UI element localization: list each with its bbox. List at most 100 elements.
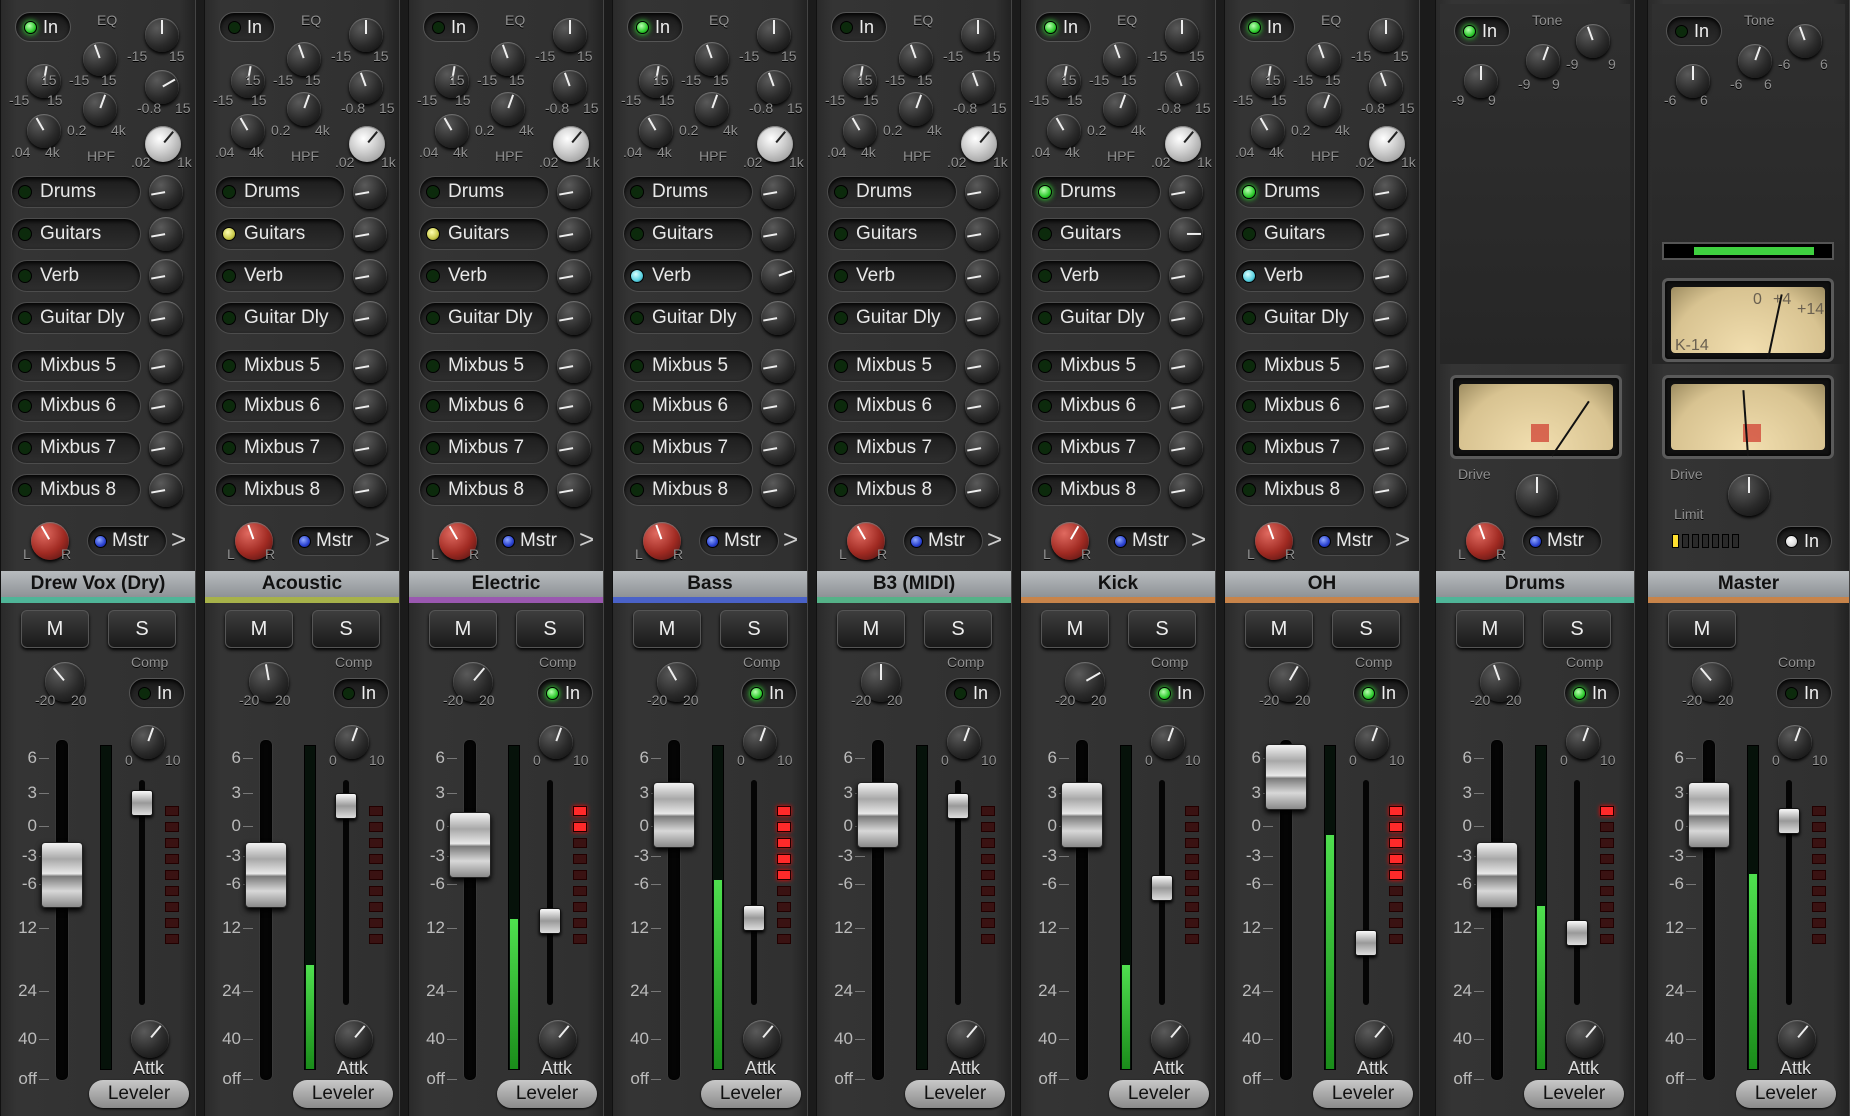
- tone-in-button[interactable]: In: [1666, 16, 1722, 46]
- send-drums[interactable]: Drums: [11, 176, 141, 208]
- leveler-button[interactable]: Leveler: [1524, 1080, 1624, 1108]
- tone-in-button[interactable]: In: [1454, 16, 1510, 46]
- send-level-knob[interactable]: [557, 175, 591, 209]
- send-level-knob[interactable]: [1169, 349, 1203, 383]
- send-guitar-dly[interactable]: Guitar Dly: [419, 302, 549, 334]
- threshold-knob[interactable]: [335, 725, 369, 759]
- send-level-knob[interactable]: [353, 431, 387, 465]
- mute-button[interactable]: M: [1668, 610, 1736, 648]
- send-verb[interactable]: Verb: [215, 260, 345, 292]
- send-verb[interactable]: Verb: [11, 260, 141, 292]
- send-guitar-dly[interactable]: Guitar Dly: [827, 302, 957, 334]
- comp-in-button[interactable]: In: [945, 678, 1001, 708]
- leveler-slider[interactable]: [1151, 875, 1173, 901]
- attack-knob[interactable]: [539, 1020, 577, 1058]
- solo-button[interactable]: S: [720, 610, 788, 648]
- send-level-knob[interactable]: [353, 301, 387, 335]
- eq-low-freq-knob[interactable]: [639, 114, 673, 148]
- leveler-slider[interactable]: [1778, 808, 1800, 834]
- send-level-knob[interactable]: [761, 473, 795, 507]
- send-guitars[interactable]: Guitars: [11, 218, 141, 250]
- eq-mid-freq-knob[interactable]: [695, 92, 729, 126]
- attack-knob[interactable]: [947, 1020, 985, 1058]
- threshold-knob[interactable]: [131, 725, 165, 759]
- threshold-knob[interactable]: [1566, 725, 1600, 759]
- send-level-knob[interactable]: [1373, 301, 1407, 335]
- send-guitar-dly[interactable]: Guitar Dly: [1031, 302, 1161, 334]
- send-guitars[interactable]: Guitars: [1031, 218, 1161, 250]
- leveler-slider[interactable]: [947, 793, 969, 819]
- send-guitars[interactable]: Guitars: [215, 218, 345, 250]
- send-mixbus-6[interactable]: Mixbus 6: [11, 390, 141, 422]
- send-mixbus-7[interactable]: Mixbus 7: [623, 432, 753, 464]
- comp-in-button[interactable]: In: [333, 678, 389, 708]
- volume-fader[interactable]: [1265, 744, 1307, 810]
- send-mixbus-6[interactable]: Mixbus 6: [827, 390, 957, 422]
- send-level-knob[interactable]: [761, 389, 795, 423]
- send-level-knob[interactable]: [965, 175, 999, 209]
- send-level-knob[interactable]: [761, 349, 795, 383]
- send-level-knob[interactable]: [353, 473, 387, 507]
- send-level-knob[interactable]: [965, 349, 999, 383]
- volume-fader[interactable]: [1061, 782, 1103, 848]
- eq-low-freq-knob[interactable]: [435, 114, 469, 148]
- master-assign-button[interactable]: Mstr: [87, 526, 167, 556]
- leveler-button[interactable]: Leveler: [497, 1080, 597, 1108]
- send-level-knob[interactable]: [149, 259, 183, 293]
- leveler-button[interactable]: Leveler: [1736, 1080, 1836, 1108]
- tone-top-knob[interactable]: [1576, 24, 1610, 58]
- send-mixbus-5[interactable]: Mixbus 5: [1031, 350, 1161, 382]
- solo-button[interactable]: S: [516, 610, 584, 648]
- leveler-slider[interactable]: [539, 908, 561, 934]
- threshold-knob[interactable]: [1778, 725, 1812, 759]
- send-mixbus-5[interactable]: Mixbus 5: [827, 350, 957, 382]
- send-level-knob[interactable]: [965, 301, 999, 335]
- solo-button[interactable]: S: [108, 610, 176, 648]
- send-level-knob[interactable]: [557, 473, 591, 507]
- send-level-knob[interactable]: [761, 175, 795, 209]
- comp-in-button[interactable]: In: [1776, 678, 1832, 708]
- attack-knob[interactable]: [1151, 1020, 1189, 1058]
- send-mixbus-8[interactable]: Mixbus 8: [11, 474, 141, 506]
- eq-mid-freq-knob[interactable]: [83, 92, 117, 126]
- eq-in-button[interactable]: In: [423, 12, 479, 42]
- mute-button[interactable]: M: [837, 610, 905, 648]
- eq-low-freq-knob[interactable]: [27, 114, 61, 148]
- mute-button[interactable]: M: [1245, 610, 1313, 648]
- send-level-knob[interactable]: [965, 473, 999, 507]
- eq-mid-gain-knob[interactable]: [349, 70, 383, 104]
- send-level-knob[interactable]: [965, 259, 999, 293]
- eq-mid-gain-knob[interactable]: [145, 70, 179, 104]
- send-drums[interactable]: Drums: [827, 176, 957, 208]
- send-level-knob[interactable]: [149, 217, 183, 251]
- master-assign-button[interactable]: Mstr: [291, 526, 371, 556]
- threshold-knob[interactable]: [1151, 725, 1185, 759]
- send-mixbus-8[interactable]: Mixbus 8: [623, 474, 753, 506]
- send-verb[interactable]: Verb: [419, 260, 549, 292]
- send-verb[interactable]: Verb: [1235, 260, 1365, 292]
- threshold-knob[interactable]: [1355, 725, 1389, 759]
- send-level-knob[interactable]: [1373, 349, 1407, 383]
- send-verb[interactable]: Verb: [623, 260, 753, 292]
- eq-in-button[interactable]: In: [15, 12, 71, 42]
- send-level-knob[interactable]: [1373, 473, 1407, 507]
- attack-knob[interactable]: [335, 1020, 373, 1058]
- leveler-button[interactable]: Leveler: [701, 1080, 801, 1108]
- leveler-button[interactable]: Leveler: [89, 1080, 189, 1108]
- eq-high-gain-knob[interactable]: [1307, 42, 1341, 76]
- comp-in-button[interactable]: In: [741, 678, 797, 708]
- send-guitars[interactable]: Guitars: [827, 218, 957, 250]
- send-level-knob[interactable]: [761, 217, 795, 251]
- comp-in-button[interactable]: In: [1149, 678, 1205, 708]
- solo-button[interactable]: S: [1543, 610, 1611, 648]
- eq-in-button[interactable]: In: [627, 12, 683, 42]
- send-mixbus-6[interactable]: Mixbus 6: [1235, 390, 1365, 422]
- send-mixbus-5[interactable]: Mixbus 5: [215, 350, 345, 382]
- send-level-knob[interactable]: [965, 431, 999, 465]
- volume-fader[interactable]: [449, 812, 491, 878]
- volume-fader[interactable]: [245, 842, 287, 908]
- send-mixbus-8[interactable]: Mixbus 8: [827, 474, 957, 506]
- comp-in-button[interactable]: In: [1353, 678, 1409, 708]
- send-level-knob[interactable]: [1373, 431, 1407, 465]
- send-mixbus-5[interactable]: Mixbus 5: [623, 350, 753, 382]
